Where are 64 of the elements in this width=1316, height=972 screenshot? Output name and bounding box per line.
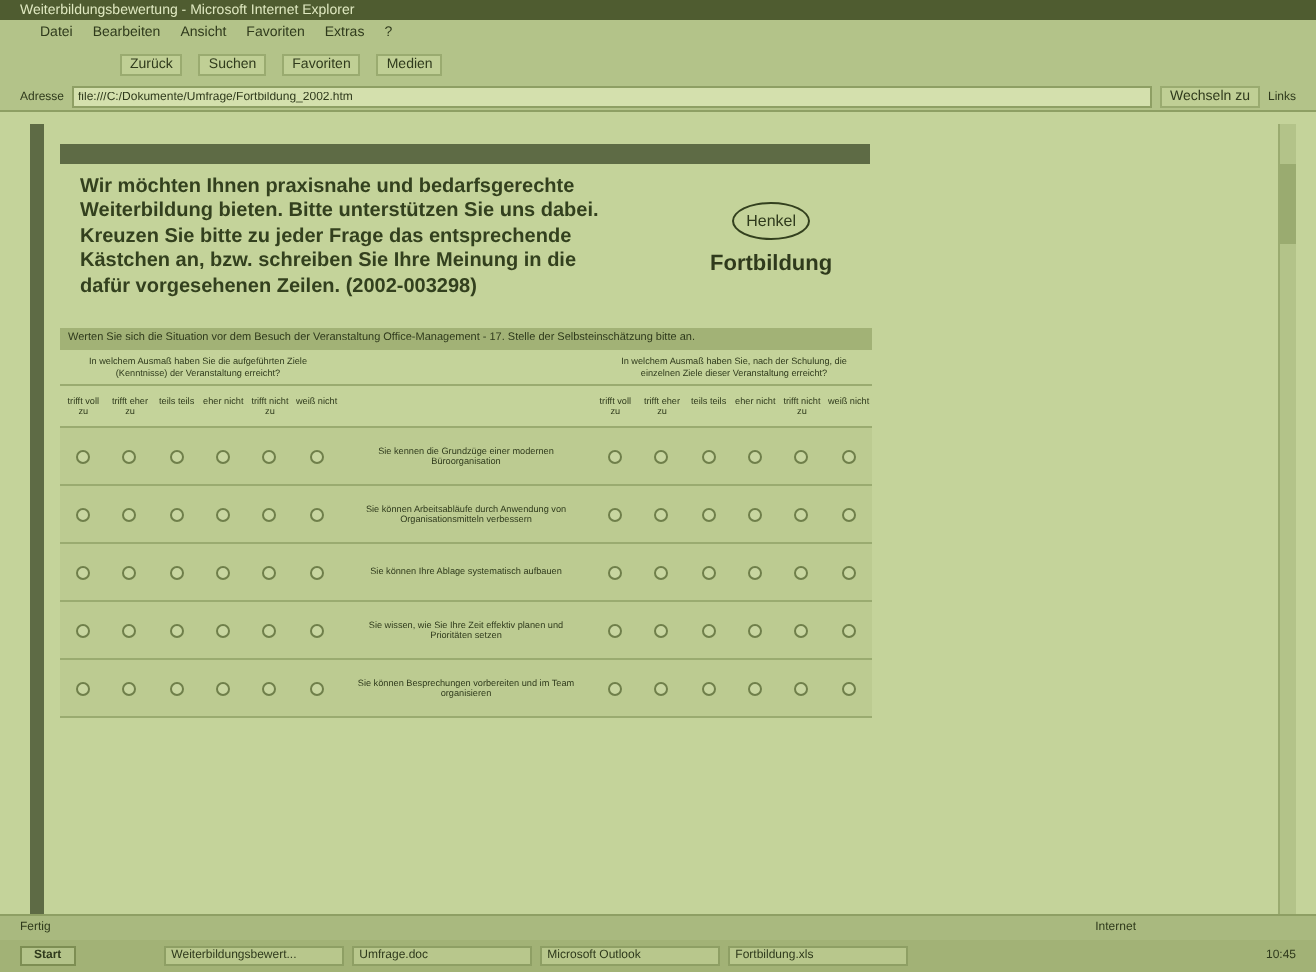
- radio-button[interactable]: [701, 623, 716, 638]
- intro-paragraph: Wir möchten Ihnen praxisnahe und bedarfsgerechte Weiterbildung bieten. Bitte unterstützen Sie uns dabei. Kreuzen Sie bitte zu jeder Frage das entsprechende Kästchen an, bzw. schreiben Sie Ihre Meinung in die dafür vorgesehenen Zeilen. (2002-003298): [80, 176, 601, 301]
- radio-button[interactable]: [794, 449, 809, 464]
- radio-button[interactable]: [262, 565, 277, 580]
- radio-button[interactable]: [794, 681, 809, 696]
- radio-button[interactable]: [309, 681, 324, 696]
- radio-button[interactable]: [608, 449, 623, 464]
- radio-button[interactable]: [701, 507, 716, 522]
- radio-button[interactable]: [701, 449, 716, 464]
- radio-button[interactable]: [122, 681, 137, 696]
- radio-button[interactable]: [262, 449, 277, 464]
- radio-button[interactable]: [169, 565, 184, 580]
- radio-button[interactable]: [608, 565, 623, 580]
- radio-button[interactable]: [76, 449, 91, 464]
- radio-button[interactable]: [654, 565, 669, 580]
- radio-button[interactable]: [794, 623, 809, 638]
- radio-button[interactable]: [216, 565, 231, 580]
- radio-button[interactable]: [608, 507, 623, 522]
- radio-button[interactable]: [654, 449, 669, 464]
- radio-button[interactable]: [262, 507, 277, 522]
- radio-button[interactable]: [122, 507, 137, 522]
- radio-button[interactable]: [748, 681, 763, 696]
- radio-button[interactable]: [309, 507, 324, 522]
- radio-button[interactable]: [841, 565, 856, 580]
- scrollbar[interactable]: [1278, 124, 1296, 914]
- radio-button[interactable]: [701, 681, 716, 696]
- radio-button[interactable]: [309, 449, 324, 464]
- radio-button[interactable]: [76, 623, 91, 638]
- radio-button[interactable]: [216, 623, 231, 638]
- radio-button[interactable]: [841, 623, 856, 638]
- radio-button[interactable]: [701, 565, 716, 580]
- logo-caption: Fortbildung: [710, 251, 833, 276]
- radio-button[interactable]: [748, 565, 763, 580]
- radio-button[interactable]: [794, 565, 809, 580]
- radio-button[interactable]: [169, 449, 184, 464]
- radio-button[interactable]: [841, 681, 856, 696]
- radio-button[interactable]: [654, 623, 669, 638]
- radio-button[interactable]: [262, 623, 277, 638]
- radio-button[interactable]: [76, 681, 91, 696]
- radio-button[interactable]: [76, 507, 91, 522]
- radio-button[interactable]: [169, 507, 184, 522]
- radio-button[interactable]: [309, 623, 324, 638]
- logo-mark: Henkel: [732, 201, 810, 240]
- radio-button[interactable]: [122, 565, 137, 580]
- radio-button[interactable]: [169, 681, 184, 696]
- radio-button[interactable]: [841, 507, 856, 522]
- radio-button[interactable]: [608, 681, 623, 696]
- radio-button[interactable]: [309, 565, 324, 580]
- radio-button[interactable]: [169, 623, 184, 638]
- radio-button[interactable]: [654, 507, 669, 522]
- radio-button[interactable]: [748, 623, 763, 638]
- radio-button[interactable]: [122, 623, 137, 638]
- radio-button[interactable]: [76, 565, 91, 580]
- radio-button[interactable]: [122, 449, 137, 464]
- radio-button[interactable]: [216, 681, 231, 696]
- radio-button[interactable]: [216, 449, 231, 464]
- radio-button[interactable]: [794, 507, 809, 522]
- radio-button[interactable]: [748, 507, 763, 522]
- radio-button[interactable]: [262, 681, 277, 696]
- radio-button[interactable]: [216, 507, 231, 522]
- radio-button[interactable]: [748, 449, 763, 464]
- radio-button[interactable]: [841, 449, 856, 464]
- radio-button[interactable]: [654, 681, 669, 696]
- radio-button[interactable]: [608, 623, 623, 638]
